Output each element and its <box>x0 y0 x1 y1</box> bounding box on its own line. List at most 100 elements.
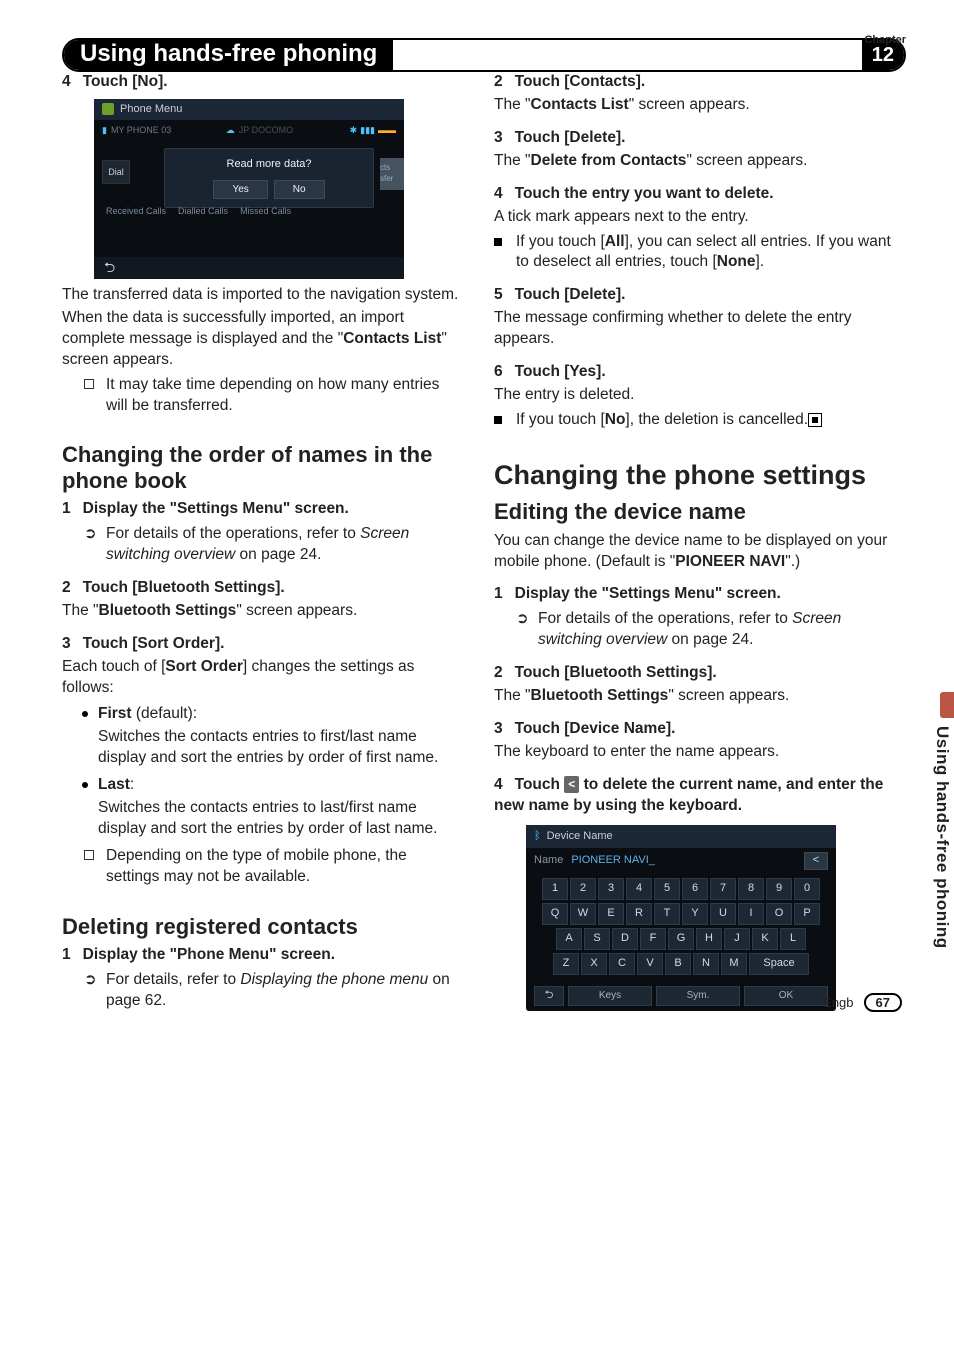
right-column: 2Touch [Contacts]. The "Contacts List" s… <box>494 72 892 1012</box>
keyboard-key[interactable]: M <box>721 953 747 975</box>
left-column: 4Touch [No]. Phone Menu ▮MY PHONE 03 ☁JP… <box>62 72 460 1012</box>
keyboard-key[interactable]: W <box>570 903 596 925</box>
sort-s2-body: The "Bluetooth Settings" screen appears. <box>62 601 460 622</box>
shot1-topbar: Phone Menu <box>94 99 404 120</box>
name-label: Name <box>534 853 563 868</box>
keyboard-key[interactable]: S <box>584 928 610 950</box>
h2-delete-contacts: Deleting registered contacts <box>62 914 460 939</box>
sort-bullets: First (default): Switches the contacts e… <box>62 704 460 840</box>
keyboard-key[interactable]: T <box>654 903 680 925</box>
keyboard-key[interactable]: 2 <box>570 878 596 900</box>
keyboard-key[interactable]: B <box>665 953 691 975</box>
sym-button[interactable]: Sym. <box>656 986 740 1006</box>
note-icon <box>84 379 94 389</box>
bluetooth-icon: ᛒ <box>534 829 541 844</box>
keyboard-key[interactable]: 8 <box>738 878 764 900</box>
keyboard-key[interactable]: V <box>637 953 663 975</box>
dial-button[interactable]: Dial <box>102 160 130 184</box>
r-s3-body: The "Delete from Contacts" screen appear… <box>494 151 892 172</box>
e-s2-body: The "Bluetooth Settings" screen appears. <box>494 686 892 707</box>
r-s4-body: A tick mark appears next to the entry. <box>494 207 892 228</box>
no-button[interactable]: No <box>274 180 325 200</box>
call-tabs: Received Calls Dialled Calls Missed Call… <box>102 204 295 218</box>
keyboard-key[interactable]: 4 <box>626 878 652 900</box>
keys-button[interactable]: Keys <box>568 986 652 1006</box>
keyboard-key[interactable]: G <box>668 928 694 950</box>
signal-icon: ▮▮▮ <box>360 124 375 136</box>
side-tab-notch <box>940 692 954 718</box>
page: Chapter Using hands-free phoning 12 4Tou… <box>0 0 954 1042</box>
keyboard-key[interactable]: E <box>598 903 624 925</box>
e-s3: 3Touch [Device Name]. <box>494 719 892 740</box>
space-key[interactable]: Space <box>749 953 809 975</box>
keyboard-key[interactable]: X <box>581 953 607 975</box>
keyboard-key[interactable]: N <box>693 953 719 975</box>
sort-s1: 1Display the "Settings Menu" screen. <box>62 499 460 520</box>
ref-icon: ➲ <box>84 524 100 566</box>
keyboard-key[interactable]: 5 <box>654 878 680 900</box>
keyboard-key[interactable]: A <box>556 928 582 950</box>
keyboard-key[interactable]: 1 <box>542 878 568 900</box>
p-transferred: The transferred data is imported to the … <box>62 285 460 306</box>
keyboard-key[interactable]: 9 <box>766 878 792 900</box>
r-s2: 2Touch [Contacts]. <box>494 72 892 93</box>
keyboard-key[interactable]: U <box>710 903 736 925</box>
keyboard-key[interactable]: 0 <box>794 878 820 900</box>
dialog-message: Read more data? <box>173 157 365 172</box>
bluetooth-icon: ✱ <box>350 124 358 136</box>
phone-menu-screenshot: Phone Menu ▮MY PHONE 03 ☁JP DOCOMO ✱▮▮▮▬… <box>94 99 404 279</box>
keyboard-key[interactable]: F <box>640 928 666 950</box>
r-s4-note: If you touch [All], you can select all e… <box>494 232 892 274</box>
keyboard-key[interactable]: 3 <box>598 878 624 900</box>
keyboard-key[interactable]: L <box>780 928 806 950</box>
e-s3-body: The keyboard to enter the name appears. <box>494 742 892 763</box>
name-value[interactable]: PIONEER NAVI_ <box>571 853 796 868</box>
backspace-button[interactable]: < <box>804 852 828 870</box>
keyboard-key[interactable]: 6 <box>682 878 708 900</box>
sort-s3-body: Each touch of [Sort Order] changes the s… <box>62 657 460 699</box>
yes-button[interactable]: Yes <box>213 180 267 200</box>
device-name-screenshot: ᛒ Device Name Name PIONEER NAVI_ < 12345… <box>526 825 836 1011</box>
square-icon <box>494 238 502 246</box>
keyboard-key[interactable]: O <box>766 903 792 925</box>
e-s1: 1Display the "Settings Menu" screen. <box>494 584 892 605</box>
keyboard-key[interactable]: D <box>612 928 638 950</box>
h1-phone-settings: Changing the phone settings <box>494 457 892 493</box>
battery-icon: ▬▬ <box>378 124 396 136</box>
key-row-3: ASDFGHJKL <box>534 928 828 950</box>
p-import-complete: When the data is successfully imported, … <box>62 308 460 371</box>
page-number: 67 <box>864 993 902 1012</box>
e-s2: 2Touch [Bluetooth Settings]. <box>494 663 892 684</box>
keyboard-key[interactable]: H <box>696 928 722 950</box>
keyboard-key[interactable]: Y <box>682 903 708 925</box>
chapter-header: Using hands-free phoning 12 <box>62 38 906 72</box>
dialled-calls-tab[interactable]: Dialled Calls <box>174 204 232 218</box>
keyboard-key[interactable]: I <box>738 903 764 925</box>
ok-button[interactable]: OK <box>744 986 828 1006</box>
r-s6: 6Touch [Yes]. <box>494 362 892 383</box>
keyboard-key[interactable]: Z <box>553 953 579 975</box>
del-s1-note: ➲ For details, refer to Displaying the p… <box>62 970 460 1012</box>
keyboard-key[interactable]: 7 <box>710 878 736 900</box>
del-s1: 1Display the "Phone Menu" screen. <box>62 945 460 966</box>
key-row-4: ZXCVBNMSpace <box>534 953 828 975</box>
r-s3: 3Touch [Delete]. <box>494 128 892 149</box>
e-s1-note: ➲ For details of the operations, refer t… <box>494 609 892 651</box>
r-s6-body: The entry is deleted. <box>494 385 892 406</box>
keyboard-key[interactable]: Q <box>542 903 568 925</box>
keyboard-key[interactable]: C <box>609 953 635 975</box>
back-icon[interactable]: ⮌ <box>104 258 115 277</box>
back-button[interactable]: ⮌ <box>534 986 564 1006</box>
read-more-dialog: Read more data? Yes No <box>164 148 374 208</box>
keyboard-key[interactable]: R <box>626 903 652 925</box>
received-calls-tab[interactable]: Received Calls <box>102 204 170 218</box>
transfer-side-button[interactable]: cts sfer <box>380 158 404 190</box>
missed-calls-tab[interactable]: Missed Calls <box>236 204 295 218</box>
r-s2-body: The "Contacts List" screen appears. <box>494 95 892 116</box>
keyboard-key[interactable]: P <box>794 903 820 925</box>
keyboard-key[interactable]: K <box>752 928 778 950</box>
section-end-icon <box>808 413 822 427</box>
note-transfer-time: It may take time depending on how many e… <box>62 375 460 417</box>
keyboard-key[interactable]: J <box>724 928 750 950</box>
note-depends: Depending on the type of mobile phone, t… <box>62 846 460 888</box>
